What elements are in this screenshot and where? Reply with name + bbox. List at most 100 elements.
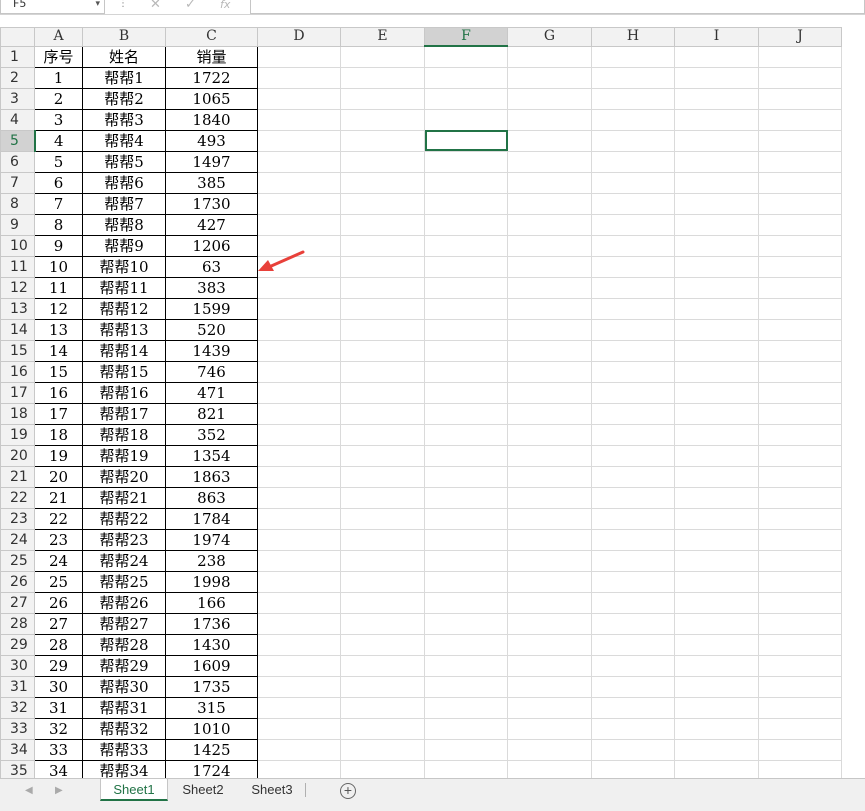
row-header[interactable]: 31 [0,675,35,698]
cell-a[interactable]: 2 [34,87,83,110]
empty-cell[interactable] [507,150,592,173]
empty-cell[interactable] [257,276,341,299]
chevron-down-icon[interactable]: ▾ [95,0,100,12]
empty-cell[interactable] [758,339,842,362]
empty-cell[interactable] [507,297,592,320]
empty-cell[interactable] [674,465,759,488]
empty-cell[interactable] [674,486,759,509]
empty-cell[interactable] [257,339,341,362]
empty-cell[interactable] [257,87,341,110]
empty-cell[interactable] [507,129,592,152]
name-box[interactable]: F5 ▾ [0,0,105,14]
cell-c[interactable]: 1206 [165,234,258,257]
empty-cell[interactable] [758,444,842,467]
cell-a[interactable]: 15 [34,360,83,383]
empty-cell[interactable] [340,675,425,698]
row-header[interactable]: 11 [0,255,35,278]
cell-c[interactable]: 1010 [165,717,258,740]
empty-cell[interactable] [340,549,425,572]
empty-cell[interactable] [257,402,341,425]
empty-cell[interactable] [591,423,675,446]
empty-cell[interactable] [674,444,759,467]
empty-cell[interactable] [674,150,759,173]
empty-cell[interactable] [758,591,842,614]
cell-c[interactable]: 238 [165,549,258,572]
cell-a[interactable]: 11 [34,276,83,299]
cell-c[interactable]: 427 [165,213,258,236]
empty-cell[interactable] [340,591,425,614]
row-header[interactable]: 2 [0,66,35,89]
cell-c[interactable]: 746 [165,360,258,383]
cell-a[interactable]: 序号 [34,45,83,68]
empty-cell[interactable] [424,591,508,614]
empty-cell[interactable] [591,633,675,656]
empty-cell[interactable] [340,297,425,320]
empty-cell[interactable] [340,318,425,341]
empty-cell[interactable] [758,465,842,488]
empty-cell[interactable] [591,528,675,551]
empty-cell[interactable] [257,108,341,131]
empty-cell[interactable] [674,402,759,425]
empty-cell[interactable] [507,360,592,383]
empty-cell[interactable] [424,192,508,215]
row-header[interactable]: 9 [0,213,35,236]
cell-c[interactable]: 1425 [165,738,258,761]
cell-b[interactable]: 帮帮20 [82,465,166,488]
empty-cell[interactable] [674,423,759,446]
empty-cell[interactable] [340,633,425,656]
empty-cell[interactable] [591,339,675,362]
row-header[interactable]: 19 [0,423,35,446]
empty-cell[interactable] [674,255,759,278]
empty-cell[interactable] [424,255,508,278]
empty-cell[interactable] [424,234,508,257]
empty-cell[interactable] [674,87,759,110]
empty-cell[interactable] [674,717,759,740]
empty-cell[interactable] [758,45,842,68]
cell-b[interactable]: 帮帮30 [82,675,166,698]
empty-cell[interactable] [674,381,759,404]
tab-scroll-right-icon[interactable]: ▶ [55,785,63,796]
empty-cell[interactable] [758,528,842,551]
empty-cell[interactable] [758,171,842,194]
empty-cell[interactable] [340,87,425,110]
cell-b[interactable]: 帮帮1 [82,66,166,89]
empty-cell[interactable] [674,360,759,383]
empty-cell[interactable] [340,255,425,278]
empty-cell[interactable] [507,528,592,551]
cell-c[interactable]: 383 [165,276,258,299]
empty-cell[interactable] [758,549,842,572]
cell-c[interactable]: 1736 [165,612,258,635]
empty-cell[interactable] [257,675,341,698]
empty-cell[interactable] [674,738,759,761]
empty-cell[interactable] [591,213,675,236]
empty-cell[interactable] [257,318,341,341]
empty-cell[interactable] [257,45,341,68]
empty-cell[interactable] [674,633,759,656]
cell-b[interactable]: 帮帮8 [82,213,166,236]
empty-cell[interactable] [591,297,675,320]
empty-cell[interactable] [758,486,842,509]
empty-cell[interactable] [257,192,341,215]
empty-cell[interactable] [257,591,341,614]
cell-a[interactable]: 24 [34,549,83,572]
empty-cell[interactable] [591,318,675,341]
empty-cell[interactable] [591,402,675,425]
empty-cell[interactable] [257,570,341,593]
empty-cell[interactable] [591,150,675,173]
cell-c[interactable]: 385 [165,171,258,194]
empty-cell[interactable] [507,381,592,404]
empty-cell[interactable] [257,486,341,509]
cell-c[interactable]: 863 [165,486,258,509]
empty-cell[interactable] [257,171,341,194]
cell-c[interactable]: 1430 [165,633,258,656]
cell-b[interactable]: 帮帮6 [82,171,166,194]
cell-a[interactable]: 16 [34,381,83,404]
cell-c[interactable]: 1065 [165,87,258,110]
cell-a[interactable]: 5 [34,150,83,173]
empty-cell[interactable] [507,45,592,68]
empty-cell[interactable] [591,675,675,698]
empty-cell[interactable] [340,360,425,383]
empty-cell[interactable] [340,738,425,761]
empty-cell[interactable] [507,738,592,761]
empty-cell[interactable] [507,549,592,572]
